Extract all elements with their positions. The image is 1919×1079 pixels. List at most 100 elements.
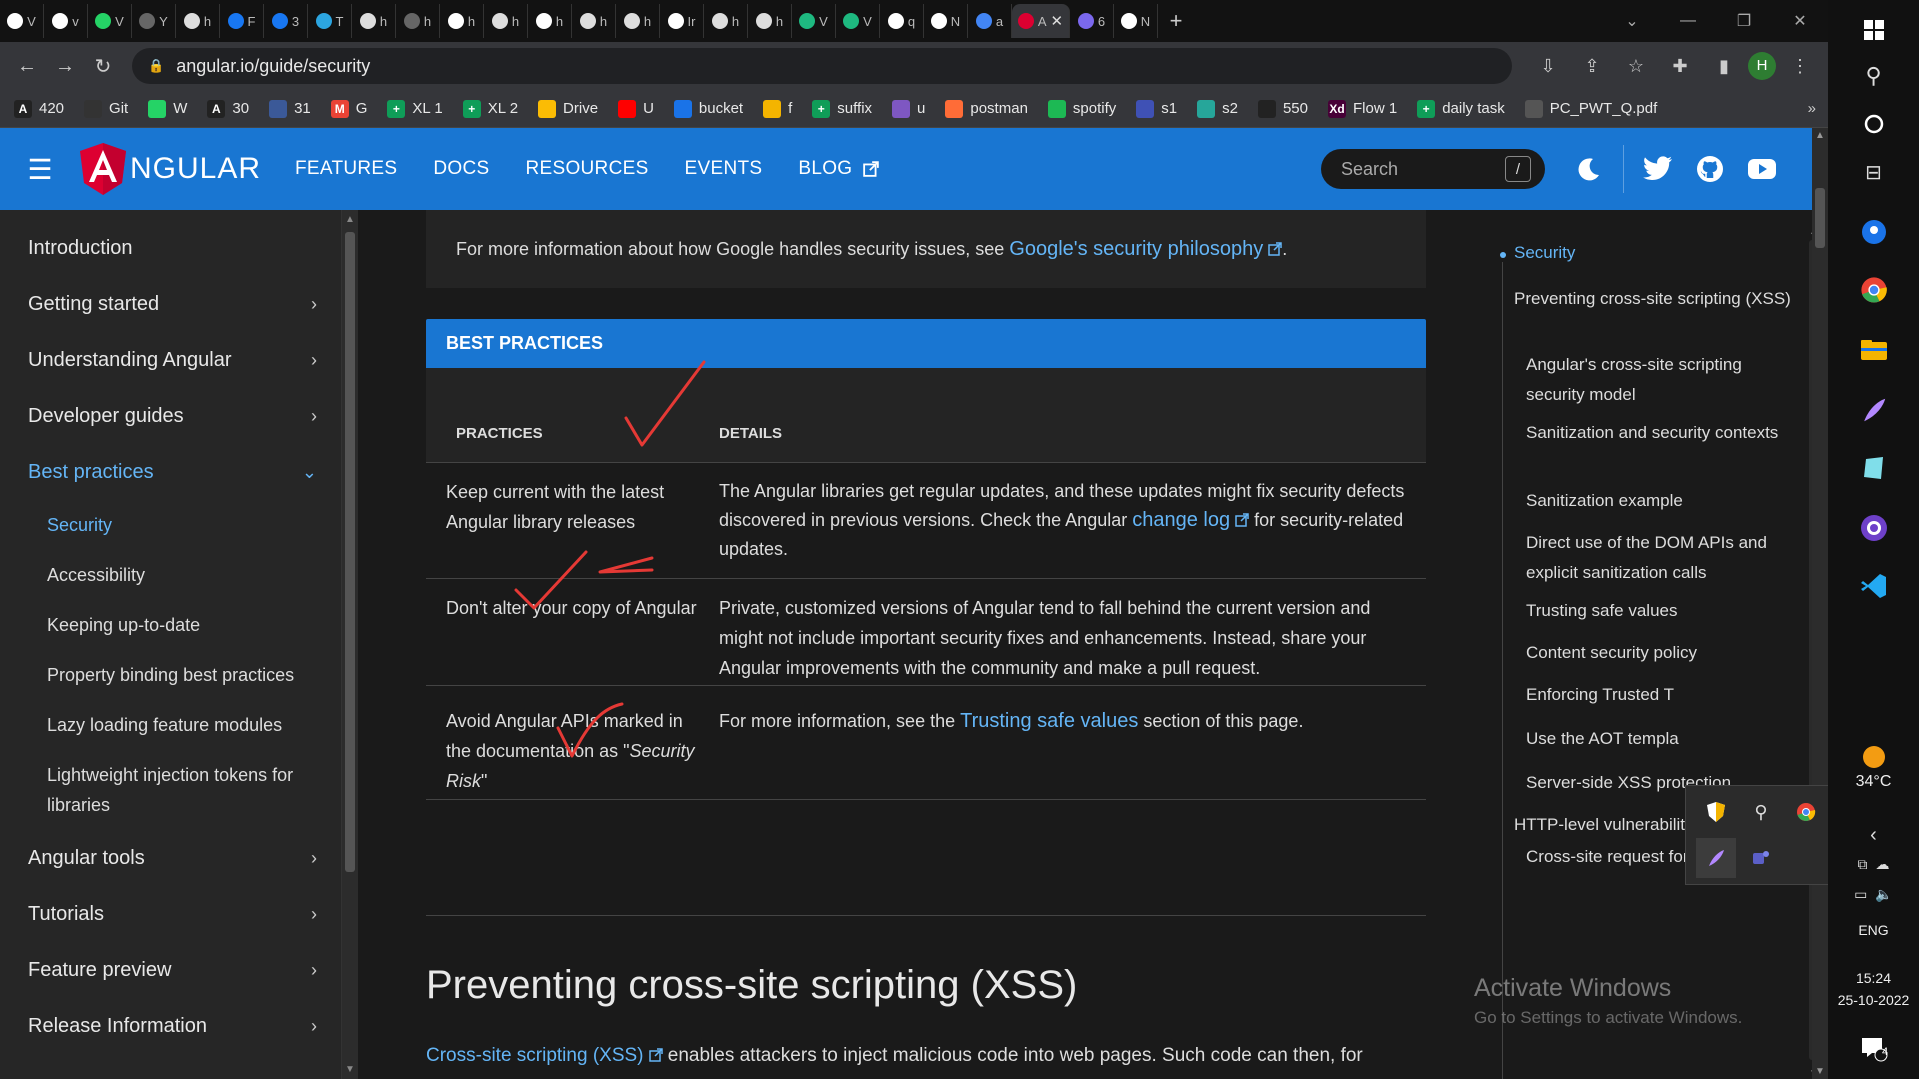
- sidebar-item[interactable]: Release Information ›: [0, 998, 341, 1054]
- sidebar-item[interactable]: Angular tools ›: [0, 830, 341, 886]
- toc-item[interactable]: Trusting safe values: [1526, 596, 1800, 626]
- bookmark-item[interactable]: A 420: [14, 99, 64, 118]
- sidebar-subitem[interactable]: Security: [0, 500, 341, 550]
- sidebar-subitem[interactable]: Property binding best practices: [0, 650, 341, 700]
- toc-item[interactable]: Enforcing Trusted T: [1526, 680, 1800, 710]
- restore-button[interactable]: ❐: [1716, 11, 1772, 31]
- back-icon[interactable]: ←: [8, 55, 46, 78]
- bookmark-star-icon[interactable]: ☆: [1616, 56, 1656, 77]
- toc-item[interactable]: Content security policy: [1526, 638, 1800, 668]
- task-view-icon[interactable]: ⊟: [1828, 152, 1919, 192]
- bookmark-item[interactable]: PC_PWT_Q.pdf: [1524, 99, 1657, 118]
- trusting-safe-values-link[interactable]: Trusting safe values: [960, 710, 1138, 732]
- browser-tab[interactable]: V: [836, 4, 880, 38]
- teams-icon[interactable]: [1741, 838, 1781, 878]
- bookmark-item[interactable]: Git: [84, 99, 128, 118]
- share-icon[interactable]: ⇪: [1572, 56, 1612, 77]
- bookmark-item[interactable]: + XL 1: [387, 99, 443, 118]
- bookmark-item[interactable]: + daily task: [1417, 99, 1505, 118]
- sidebar-item[interactable]: Feature preview ›: [0, 942, 341, 998]
- browser-tab[interactable]: Y: [132, 4, 176, 38]
- browser-tab[interactable]: N: [924, 4, 968, 38]
- page-scrollbar[interactable]: ▲ ▼: [1812, 128, 1828, 1079]
- address-bar[interactable]: 🔒 angular.io/guide/security: [132, 48, 1512, 84]
- browser-tab[interactable]: F: [220, 4, 264, 38]
- browser-tab[interactable]: V: [792, 4, 836, 38]
- file-explorer-icon[interactable]: [1828, 330, 1919, 370]
- tray-icons-2[interactable]: ▭ 🔈: [1828, 882, 1919, 906]
- meet-now-icon[interactable]: ⧉: [1858, 856, 1868, 873]
- bookmark-item[interactable]: s2: [1197, 99, 1238, 118]
- clock-date[interactable]: 25-10-2022: [1828, 990, 1919, 1010]
- github-desktop-icon[interactable]: [1828, 508, 1919, 548]
- tray-expand-chevron-icon[interactable]: ‹: [1828, 820, 1919, 850]
- bookmark-item[interactable]: u: [892, 99, 925, 118]
- browser-tab[interactable]: h: [396, 4, 440, 38]
- vscode-icon[interactable]: [1828, 566, 1919, 606]
- bookmark-item[interactable]: + suffix: [812, 99, 872, 118]
- toc-item[interactable]: Use the AOT templa: [1526, 724, 1800, 754]
- sidebar-item[interactable]: Best practices ⌄: [0, 444, 341, 500]
- network-icon[interactable]: ▭: [1854, 886, 1867, 903]
- bookmark-item[interactable]: W: [148, 99, 187, 118]
- windows-start-icon[interactable]: [1828, 10, 1919, 50]
- browser-tab[interactable]: v: [44, 4, 88, 38]
- reload-icon[interactable]: ↻: [84, 54, 122, 79]
- feather-app-icon[interactable]: [1828, 390, 1919, 430]
- toc-item[interactable]: Security: [1514, 238, 1800, 268]
- change-log-link[interactable]: change log: [1132, 509, 1249, 531]
- scroll-down-arrow-icon[interactable]: ▼: [1812, 1066, 1828, 1077]
- browser-tab[interactable]: A ✕: [1012, 4, 1070, 38]
- toc-item[interactable]: Sanitization example: [1526, 486, 1800, 516]
- cortana-icon[interactable]: [1828, 104, 1919, 144]
- nav-resources[interactable]: RESOURCES: [525, 158, 648, 180]
- bookmark-item[interactable]: + XL 2: [462, 99, 518, 118]
- bookmark-item[interactable]: bucket: [673, 99, 743, 118]
- bookmark-item[interactable]: f: [763, 99, 792, 118]
- bookmark-item[interactable]: U: [618, 99, 654, 118]
- sidebar-item[interactable]: Getting started ›: [0, 276, 341, 332]
- tab-search-icon[interactable]: ⌄: [1604, 11, 1660, 31]
- angular-logo[interactable]: NGULAR: [80, 143, 261, 195]
- hamburger-menu-icon[interactable]: ☰: [0, 153, 80, 186]
- scroll-down-arrow-icon[interactable]: ▼: [342, 1064, 358, 1075]
- nav-events[interactable]: EVENTS: [685, 158, 763, 180]
- bookmark-item[interactable]: spotify: [1047, 99, 1116, 118]
- tray-icons[interactable]: ⧉ ☁: [1828, 852, 1919, 876]
- browser-tab[interactable]: h: [352, 4, 396, 38]
- bookmark-item[interactable]: postman: [945, 99, 1028, 118]
- page-scroll-thumb[interactable]: [1815, 188, 1825, 248]
- bookmark-item[interactable]: Drive: [538, 99, 598, 118]
- lock-icon[interactable]: 🔒: [148, 58, 164, 74]
- github-icon[interactable]: [1684, 155, 1736, 183]
- browser-tab[interactable]: N: [1114, 4, 1158, 38]
- sidebar-item[interactable]: Tutorials ›: [0, 886, 341, 942]
- browser-tab[interactable]: h: [704, 4, 748, 38]
- toc-item[interactable]: Direct use of the DOM APIs and explicit …: [1526, 528, 1800, 588]
- menu-kebab-icon[interactable]: ⋮: [1780, 56, 1820, 77]
- install-icon[interactable]: ⇩: [1528, 56, 1568, 77]
- bookmark-item[interactable]: MG: [330, 99, 367, 118]
- bookmark-item[interactable]: s1: [1136, 99, 1177, 118]
- browser-tab[interactable]: h: [616, 4, 660, 38]
- language-indicator[interactable]: ENG: [1828, 920, 1919, 940]
- toc-item[interactable]: Preventing cross-site scripting (XSS): [1514, 284, 1800, 314]
- xss-wiki-link[interactable]: Cross-site scripting (XSS): [426, 1045, 663, 1066]
- bookmark-item[interactable]: 31: [269, 99, 311, 118]
- sidebar-scrollbar[interactable]: ▲ ▼: [342, 210, 358, 1079]
- google-security-philosophy-link[interactable]: Google's security philosophy: [1009, 238, 1282, 261]
- search-icon[interactable]: ⚲: [1828, 56, 1919, 96]
- browser-tab[interactable]: a: [968, 4, 1012, 38]
- browser-tab[interactable]: V: [88, 4, 132, 38]
- browser-tab[interactable]: V: [0, 4, 44, 38]
- side-panel-icon[interactable]: ▮: [1704, 56, 1744, 77]
- browser-tab[interactable]: h: [748, 4, 792, 38]
- search-box[interactable]: Search /: [1321, 149, 1545, 189]
- browser-tab[interactable]: h: [440, 4, 484, 38]
- toc-item[interactable]: Sanitization and security contexts: [1526, 418, 1800, 448]
- scroll-up-arrow-icon[interactable]: ▲: [342, 214, 358, 225]
- sidebar-item[interactable]: Developer guides ›: [0, 388, 341, 444]
- twitter-icon[interactable]: [1632, 156, 1684, 182]
- onedrive-cloud-icon[interactable]: ☁: [1876, 856, 1890, 873]
- toc-item[interactable]: Angular's cross-site scripting security …: [1526, 350, 1800, 410]
